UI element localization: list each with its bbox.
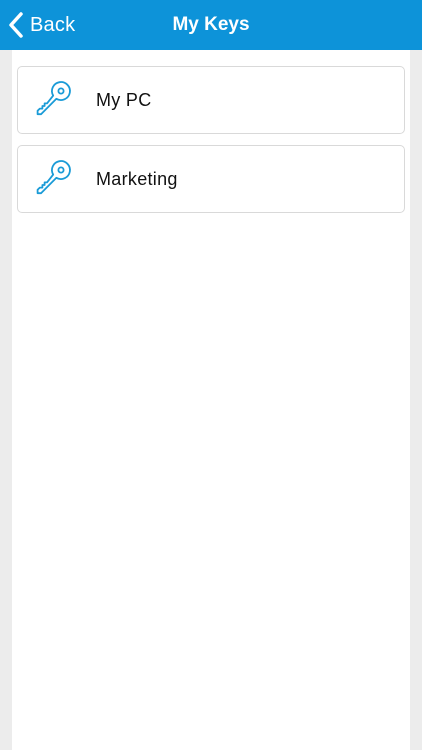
key-list: My PC Marketing: [12, 50, 410, 213]
back-label: Back: [30, 13, 76, 36]
content-area: My PC Marketing: [12, 50, 410, 750]
chevron-left-icon: [9, 12, 23, 38]
key-item-label: Marketing: [96, 168, 178, 189]
screen: Back My Keys My PC Marketing: [0, 0, 422, 750]
key-item-marketing[interactable]: Marketing: [17, 145, 405, 213]
navigation-bar: Back My Keys: [0, 0, 422, 50]
back-button[interactable]: Back: [6, 0, 75, 50]
key-icon: [36, 160, 71, 195]
key-icon: [36, 81, 71, 116]
key-item-my-pc[interactable]: My PC: [17, 66, 405, 134]
key-item-label: My PC: [96, 89, 152, 110]
